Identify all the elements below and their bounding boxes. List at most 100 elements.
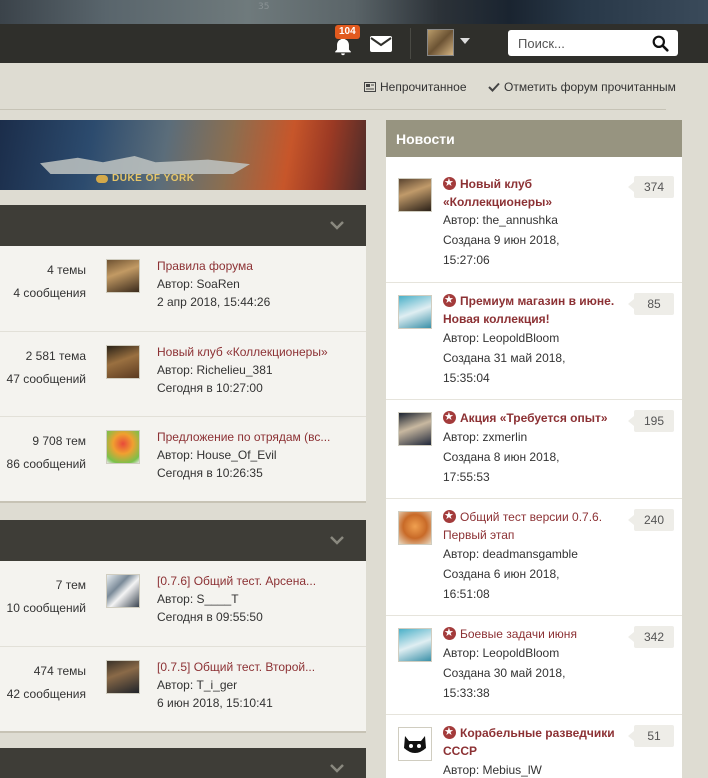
news-item: Корабельные разведчики СССР Автор: Mebiu… [386,714,682,778]
envelope-icon [370,36,392,52]
posts-count: 86 сообщений [6,457,86,471]
chevron-down-icon[interactable] [330,220,344,230]
news-author: Автор: LeopoldBloom [443,646,560,660]
forum-row: 9 708 тем 86 сообщений Предложение по от… [0,416,366,501]
last-post-link[interactable]: [0.7.6] Общий тест. Арсена... [157,574,316,588]
reply-count: 342 [628,626,674,648]
reply-count: 85 [628,293,674,315]
last-post-author: Автор: House_Of_Evil [157,448,277,462]
news-author: Автор: zxmerlin [443,430,528,444]
news-created: Создана 6 июн 2018, [443,567,560,581]
divider [0,109,666,110]
news-title-link[interactable]: Боевые задачи июня [443,625,623,643]
news-time: 15:27:06 [443,253,490,267]
avatar[interactable] [106,259,140,293]
last-post-date: Сегодня в 09:55:50 [157,610,263,624]
newspaper-icon [364,82,376,92]
topics-count: 7 тем [55,578,86,592]
news-author: Автор: LeopoldBloom [443,331,560,345]
news-item: Премиум магазин в июне. Новая коллекция!… [386,282,682,399]
news-title-link[interactable]: Общий тест версии 0.7.6. Первый этап [443,508,623,544]
chevron-down-icon[interactable] [330,763,344,773]
news-title-link[interactable]: Премиум магазин в июне. Новая коллекция! [443,292,623,328]
news-item: Новый клуб «Коллекционеры» Автор: the_an… [386,165,682,282]
news-panel: Новости Новый клуб «Коллекционеры» Автор… [386,120,682,778]
avatar[interactable] [398,178,432,212]
news-created: Создана 9 июн 2018, [443,233,560,247]
posts-count: 4 сообщения [13,286,86,300]
news-time: 15:35:04 [443,371,490,385]
user-avatar[interactable] [427,29,454,56]
last-post-link[interactable]: Правила форума [157,259,253,273]
news-title-text: Новый клуб «Коллекционеры» [443,177,553,209]
last-post-link[interactable]: [0.7.5] Общий тест. Второй... [157,660,315,674]
mark-read-link[interactable]: Отметить форум прочитанным [488,80,676,94]
news-title-link[interactable]: Новый клуб «Коллекционеры» [443,175,623,211]
header-art-number: 35 [258,2,270,12]
chevron-down-icon[interactable] [330,535,344,545]
banner-title: DUKE OF YORK [96,173,195,184]
topics-count: 2 581 тема [25,349,86,363]
last-post-date: 2 апр 2018, 15:44:26 [157,295,271,309]
last-post-date: Сегодня в 10:27:00 [157,381,263,395]
search-box [508,30,678,56]
topics-count: 9 708 тем [32,434,86,448]
news-time: 17:55:53 [443,470,490,484]
avatar[interactable] [106,345,140,379]
news-title-text: Общий тест версии 0.7.6. Первый этап [443,510,603,542]
news-time: 16:51:08 [443,587,490,601]
forum-section-header[interactable] [0,748,366,778]
search-icon[interactable] [652,35,669,52]
mark-read-link-label: Отметить форум прочитанным [504,80,676,94]
avatar[interactable] [106,574,140,608]
banner-title-text: DUKE OF YORK [112,173,195,184]
posts-count: 42 сообщения [6,687,86,701]
medal-icon [96,174,108,183]
reply-count: 195 [628,410,674,432]
avatar[interactable] [398,412,432,446]
posts-count: 47 сообщений [6,372,86,386]
forum-row: 474 темы 42 сообщения [0.7.5] Общий тест… [0,646,366,731]
news-created: Создана 30 май 2018, [443,666,566,680]
news-title-link[interactable]: Корабельные разведчики СССР [443,724,623,760]
last-post-link[interactable]: Новый клуб «Коллекционеры» [157,345,328,359]
cat-icon [404,736,426,753]
forum-section-header[interactable] [0,205,366,246]
promo-banner[interactable]: DUKE OF YORK [0,120,366,190]
unread-link[interactable]: Непрочитанное [364,80,467,94]
avatar[interactable] [398,511,432,545]
chevron-down-icon[interactable] [460,38,470,44]
forum-section: 7 тем 10 сообщений [0.7.6] Общий тест. А… [0,561,366,733]
news-title-text: Премиум магазин в июне. Новая коллекция! [443,294,615,326]
avatar[interactable] [398,727,432,761]
news-created: Создана 31 май 2018, [443,351,566,365]
messages-button[interactable] [368,24,396,63]
header-art: 35 [0,0,708,24]
check-icon [488,82,500,92]
news-author: Автор: Mebius_lW [443,763,542,777]
reply-count: 240 [628,509,674,531]
news-title-text: Корабельные разведчики СССР [443,726,615,758]
news-item: Общий тест версии 0.7.6. Первый этап Авт… [386,498,682,615]
topics-count: 4 темы [47,263,86,277]
avatar[interactable] [106,660,140,694]
news-author: Автор: deadmansgamble [443,547,578,561]
news-item: Боевые задачи июня Автор: LeopoldBloom С… [386,615,682,714]
nav-separator [410,28,411,59]
news-title-link[interactable]: Акция «Требуется опыт» [443,409,623,427]
search-input[interactable] [518,34,643,52]
posts-count: 10 сообщений [6,601,86,615]
ship-image [40,156,250,174]
avatar[interactable] [398,295,432,329]
news-item: Акция «Требуется опыт» Автор: zxmerlin С… [386,399,682,498]
unread-link-label: Непрочитанное [380,80,467,94]
news-author: Автор: the_annushka [443,213,558,227]
avatar[interactable] [398,628,432,662]
star-icon [443,625,456,641]
forum-section-header[interactable] [0,520,366,561]
star-icon [443,175,456,191]
notifications-badge: 104 [335,25,360,39]
last-post-link[interactable]: Предложение по отрядам (вс... [157,430,330,444]
avatar[interactable] [106,430,140,464]
last-post-author: Автор: SoaRen [157,277,240,291]
